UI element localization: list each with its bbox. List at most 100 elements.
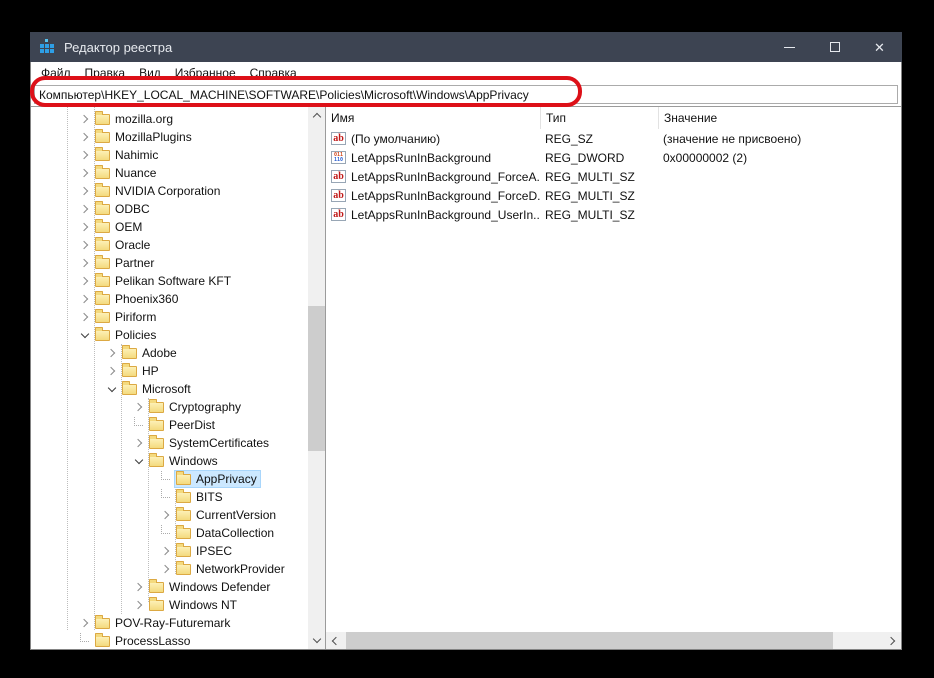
tree-item-cryptography[interactable]: Cryptography: [31, 398, 309, 416]
key[interactable]: Phoenix360: [93, 290, 182, 308]
chevron-right-icon[interactable]: [103, 362, 120, 380]
tree-item-phoenix360[interactable]: Phoenix360: [31, 290, 309, 308]
tree-item-networkprovider[interactable]: NetworkProvider: [31, 560, 309, 578]
selected-key[interactable]: AppPrivacy: [174, 470, 261, 488]
column-header-type[interactable]: Тип: [540, 107, 658, 129]
key[interactable]: Windows Defender: [147, 578, 274, 596]
chevron-down-icon[interactable]: [76, 326, 93, 344]
tree-item-partner[interactable]: Partner: [31, 254, 309, 272]
key[interactable]: Microsoft: [120, 380, 195, 398]
chevron-right-icon[interactable]: [76, 182, 93, 200]
chevron-right-icon[interactable]: [76, 110, 93, 128]
key[interactable]: Adobe: [120, 344, 181, 362]
tree-item-pov-ray-futuremark[interactable]: POV-Ray-Futuremark: [31, 614, 309, 632]
chevron-right-icon[interactable]: [76, 236, 93, 254]
tree-item-policies[interactable]: Policies: [31, 326, 309, 344]
tree-item-currentversion[interactable]: CurrentVersion: [31, 506, 309, 524]
chevron-right-icon[interactable]: [76, 290, 93, 308]
key[interactable]: DataCollection: [174, 524, 278, 542]
menu-item-правка[interactable]: Правка: [78, 64, 133, 82]
tree-item-mozilla-org[interactable]: mozilla.org: [31, 110, 309, 128]
menu-item-избранное[interactable]: Избранное: [168, 64, 243, 82]
chevron-right-icon[interactable]: [76, 128, 93, 146]
tree-item-windows-nt[interactable]: Windows NT: [31, 596, 309, 614]
chevron-right-icon[interactable]: [76, 146, 93, 164]
chevron-right-icon[interactable]: [76, 218, 93, 236]
tree-item-mozillaplugins[interactable]: MozillaPlugins: [31, 128, 309, 146]
scrollbar-thumb[interactable]: [308, 306, 325, 451]
key[interactable]: SystemCertificates: [147, 434, 273, 452]
chevron-right-icon[interactable]: [130, 578, 147, 596]
tree-item-nvidia-corporation[interactable]: NVIDIA Corporation: [31, 182, 309, 200]
key[interactable]: NetworkProvider: [174, 560, 289, 578]
chevron-right-icon[interactable]: [76, 254, 93, 272]
value-row[interactable]: abLetAppsRunInBackground_UserIn...REG_MU…: [326, 205, 901, 224]
chevron-right-icon[interactable]: [76, 200, 93, 218]
values-horizontal-scrollbar[interactable]: [326, 632, 901, 649]
chevron-right-icon[interactable]: [76, 308, 93, 326]
menu-item-файл[interactable]: Файл: [34, 64, 78, 82]
column-header-name[interactable]: Имя: [326, 107, 540, 129]
key[interactable]: NVIDIA Corporation: [93, 182, 224, 200]
key[interactable]: mozilla.org: [93, 110, 177, 128]
key[interactable]: OEM: [93, 218, 146, 236]
scroll-up-icon[interactable]: [308, 107, 325, 124]
chevron-right-icon[interactable]: [157, 560, 174, 578]
chevron-right-icon[interactable]: [76, 272, 93, 290]
key[interactable]: Pelikan Software KFT: [93, 272, 235, 290]
column-header-value[interactable]: Значение: [658, 107, 901, 129]
value-row[interactable]: abLetAppsRunInBackground_ForceA...REG_MU…: [326, 167, 901, 186]
key[interactable]: Windows NT: [147, 596, 241, 614]
menu-item-вид[interactable]: Вид: [132, 64, 168, 82]
value-row[interactable]: abLetAppsRunInBackground_ForceD...REG_MU…: [326, 186, 901, 205]
scroll-left-icon[interactable]: [326, 632, 343, 649]
key[interactable]: MozillaPlugins: [93, 128, 196, 146]
key[interactable]: Nuance: [93, 164, 160, 182]
key[interactable]: BITS: [174, 488, 227, 506]
tree-item-hp[interactable]: HP: [31, 362, 309, 380]
chevron-right-icon[interactable]: [130, 596, 147, 614]
tree-vertical-scrollbar[interactable]: [308, 107, 325, 649]
tree-item-peerdist[interactable]: PeerDist: [31, 416, 309, 434]
tree-item-windows-defender[interactable]: Windows Defender: [31, 578, 309, 596]
key[interactable]: Oracle: [93, 236, 154, 254]
key[interactable]: Partner: [93, 254, 158, 272]
key[interactable]: HP: [120, 362, 163, 380]
chevron-down-icon[interactable]: [130, 452, 147, 470]
menu-item-справка[interactable]: Справка: [243, 64, 304, 82]
tree-item-processlasso[interactable]: ProcessLasso: [31, 632, 309, 649]
key[interactable]: Policies: [93, 326, 160, 344]
tree-item-oem[interactable]: OEM: [31, 218, 309, 236]
chevron-right-icon[interactable]: [130, 398, 147, 416]
scroll-right-icon[interactable]: [884, 632, 901, 649]
chevron-right-icon[interactable]: [103, 344, 120, 362]
address-bar[interactable]: Компьютер\HKEY_LOCAL_MACHINE\SOFTWARE\Po…: [34, 85, 898, 104]
tree-item-ipsec[interactable]: IPSEC: [31, 542, 309, 560]
tree-item-datacollection[interactable]: DataCollection: [31, 524, 309, 542]
tree-item-nahimic[interactable]: Nahimic: [31, 146, 309, 164]
close-button[interactable]: ✕: [857, 32, 902, 62]
tree-item-appprivacy[interactable]: AppPrivacy: [31, 470, 309, 488]
key[interactable]: CurrentVersion: [174, 506, 280, 524]
key[interactable]: IPSEC: [174, 542, 236, 560]
maximize-button[interactable]: [812, 32, 857, 62]
key[interactable]: Cryptography: [147, 398, 245, 416]
chevron-right-icon[interactable]: [76, 614, 93, 632]
value-row[interactable]: ab(По умолчанию)REG_SZ(значение не присв…: [326, 129, 901, 148]
tree-item-systemcertificates[interactable]: SystemCertificates: [31, 434, 309, 452]
tree-item-pelikan-software-kft[interactable]: Pelikan Software KFT: [31, 272, 309, 290]
tree-item-adobe[interactable]: Adobe: [31, 344, 309, 362]
key[interactable]: ProcessLasso: [93, 632, 194, 649]
chevron-right-icon[interactable]: [130, 434, 147, 452]
chevron-right-icon[interactable]: [157, 506, 174, 524]
tree-item-piriform[interactable]: Piriform: [31, 308, 309, 326]
key[interactable]: ODBC: [93, 200, 154, 218]
tree-item-windows[interactable]: Windows: [31, 452, 309, 470]
key[interactable]: PeerDist: [147, 416, 219, 434]
chevron-down-icon[interactable]: [103, 380, 120, 398]
tree-item-nuance[interactable]: Nuance: [31, 164, 309, 182]
chevron-right-icon[interactable]: [76, 164, 93, 182]
chevron-right-icon[interactable]: [157, 542, 174, 560]
tree-item-oracle[interactable]: Oracle: [31, 236, 309, 254]
key[interactable]: Piriform: [93, 308, 160, 326]
